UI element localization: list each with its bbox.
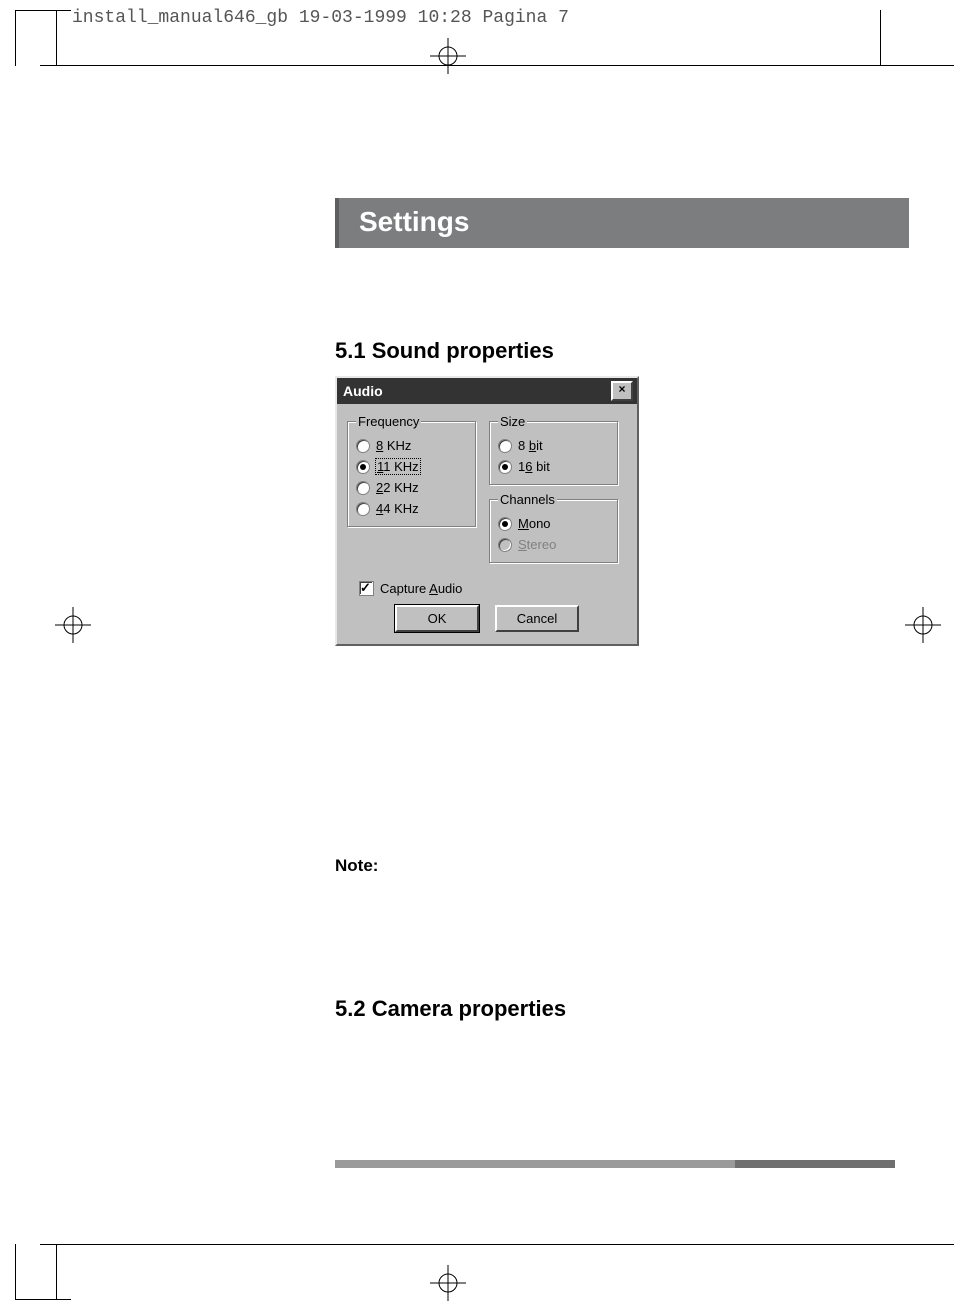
close-icon[interactable]: × bbox=[611, 381, 633, 401]
checkbox-icon bbox=[359, 581, 374, 596]
channels-legend: Channels bbox=[498, 492, 557, 507]
ok-button[interactable]: OK bbox=[395, 605, 479, 632]
crop-mark-bl-inner bbox=[56, 1245, 57, 1300]
radio-icon bbox=[356, 460, 370, 474]
freq-8khz-label: 8 KHz bbox=[376, 438, 411, 453]
radio-icon bbox=[498, 439, 512, 453]
size-16bit-label: 16 bit bbox=[518, 459, 550, 474]
size-8bit-label: 8 bit bbox=[518, 438, 543, 453]
channels-mono-label: Mono bbox=[518, 516, 551, 531]
crop-mark-tl-inner bbox=[56, 10, 57, 65]
registration-mark-right bbox=[905, 607, 941, 643]
crop-mark-tl bbox=[15, 10, 71, 66]
capture-audio-label: Capture Audio bbox=[380, 581, 462, 596]
radio-icon bbox=[498, 517, 512, 531]
frequency-legend: Frequency bbox=[356, 414, 421, 429]
freq-22khz-radio[interactable]: 22 KHz bbox=[356, 477, 468, 498]
dialog-title-bar: Audio × bbox=[337, 378, 637, 404]
size-8bit-radio[interactable]: 8 bit bbox=[498, 435, 610, 456]
crop-mark-bl bbox=[15, 1244, 71, 1300]
radio-icon bbox=[356, 439, 370, 453]
radio-icon bbox=[356, 502, 370, 516]
registration-mark-top bbox=[430, 38, 466, 74]
page-title-banner: Settings bbox=[335, 198, 909, 248]
crop-mark-tr bbox=[880, 10, 881, 65]
section-5-2-heading: 5.2 Camera properties bbox=[335, 996, 895, 1022]
freq-22khz-label: 22 KHz bbox=[376, 480, 419, 495]
channels-mono-radio[interactable]: Mono bbox=[498, 513, 610, 534]
dialog-title: Audio bbox=[343, 383, 383, 399]
registration-mark-left bbox=[55, 607, 91, 643]
freq-44khz-radio[interactable]: 44 KHz bbox=[356, 498, 468, 519]
size-16bit-radio[interactable]: 16 bit bbox=[498, 456, 610, 477]
press-header: install_manual646_gb 19-03-1999 10:28 Pa… bbox=[72, 8, 569, 28]
capture-audio-checkbox[interactable]: Capture Audio bbox=[359, 578, 627, 599]
footer-divider bbox=[335, 1160, 895, 1168]
top-trim-line bbox=[40, 65, 954, 66]
freq-11khz-label: 11 KHz bbox=[376, 459, 420, 474]
channels-group: Channels Mono Stereo bbox=[489, 492, 619, 564]
radio-icon bbox=[356, 481, 370, 495]
size-group: Size 8 bit 16 bit bbox=[489, 414, 619, 486]
freq-8khz-radio[interactable]: 8 KHz bbox=[356, 435, 468, 456]
audio-dialog: Audio × Frequency 8 KHz 11 KHz bbox=[335, 376, 639, 646]
cancel-button[interactable]: Cancel bbox=[495, 605, 579, 632]
registration-mark-bottom bbox=[430, 1265, 466, 1301]
size-legend: Size bbox=[498, 414, 527, 429]
note-label: Note: bbox=[335, 856, 895, 876]
freq-44khz-label: 44 KHz bbox=[376, 501, 419, 516]
bottom-trim-line bbox=[40, 1244, 954, 1245]
radio-icon bbox=[498, 460, 512, 474]
freq-11khz-radio[interactable]: 11 KHz bbox=[356, 456, 468, 477]
frequency-group: Frequency 8 KHz 11 KHz 22 KHz bbox=[347, 414, 477, 528]
channels-stereo-label: Stereo bbox=[518, 537, 556, 552]
radio-icon bbox=[498, 538, 512, 552]
section-5-1-heading: 5.1 Sound properties bbox=[335, 338, 895, 364]
channels-stereo-radio: Stereo bbox=[498, 534, 610, 555]
